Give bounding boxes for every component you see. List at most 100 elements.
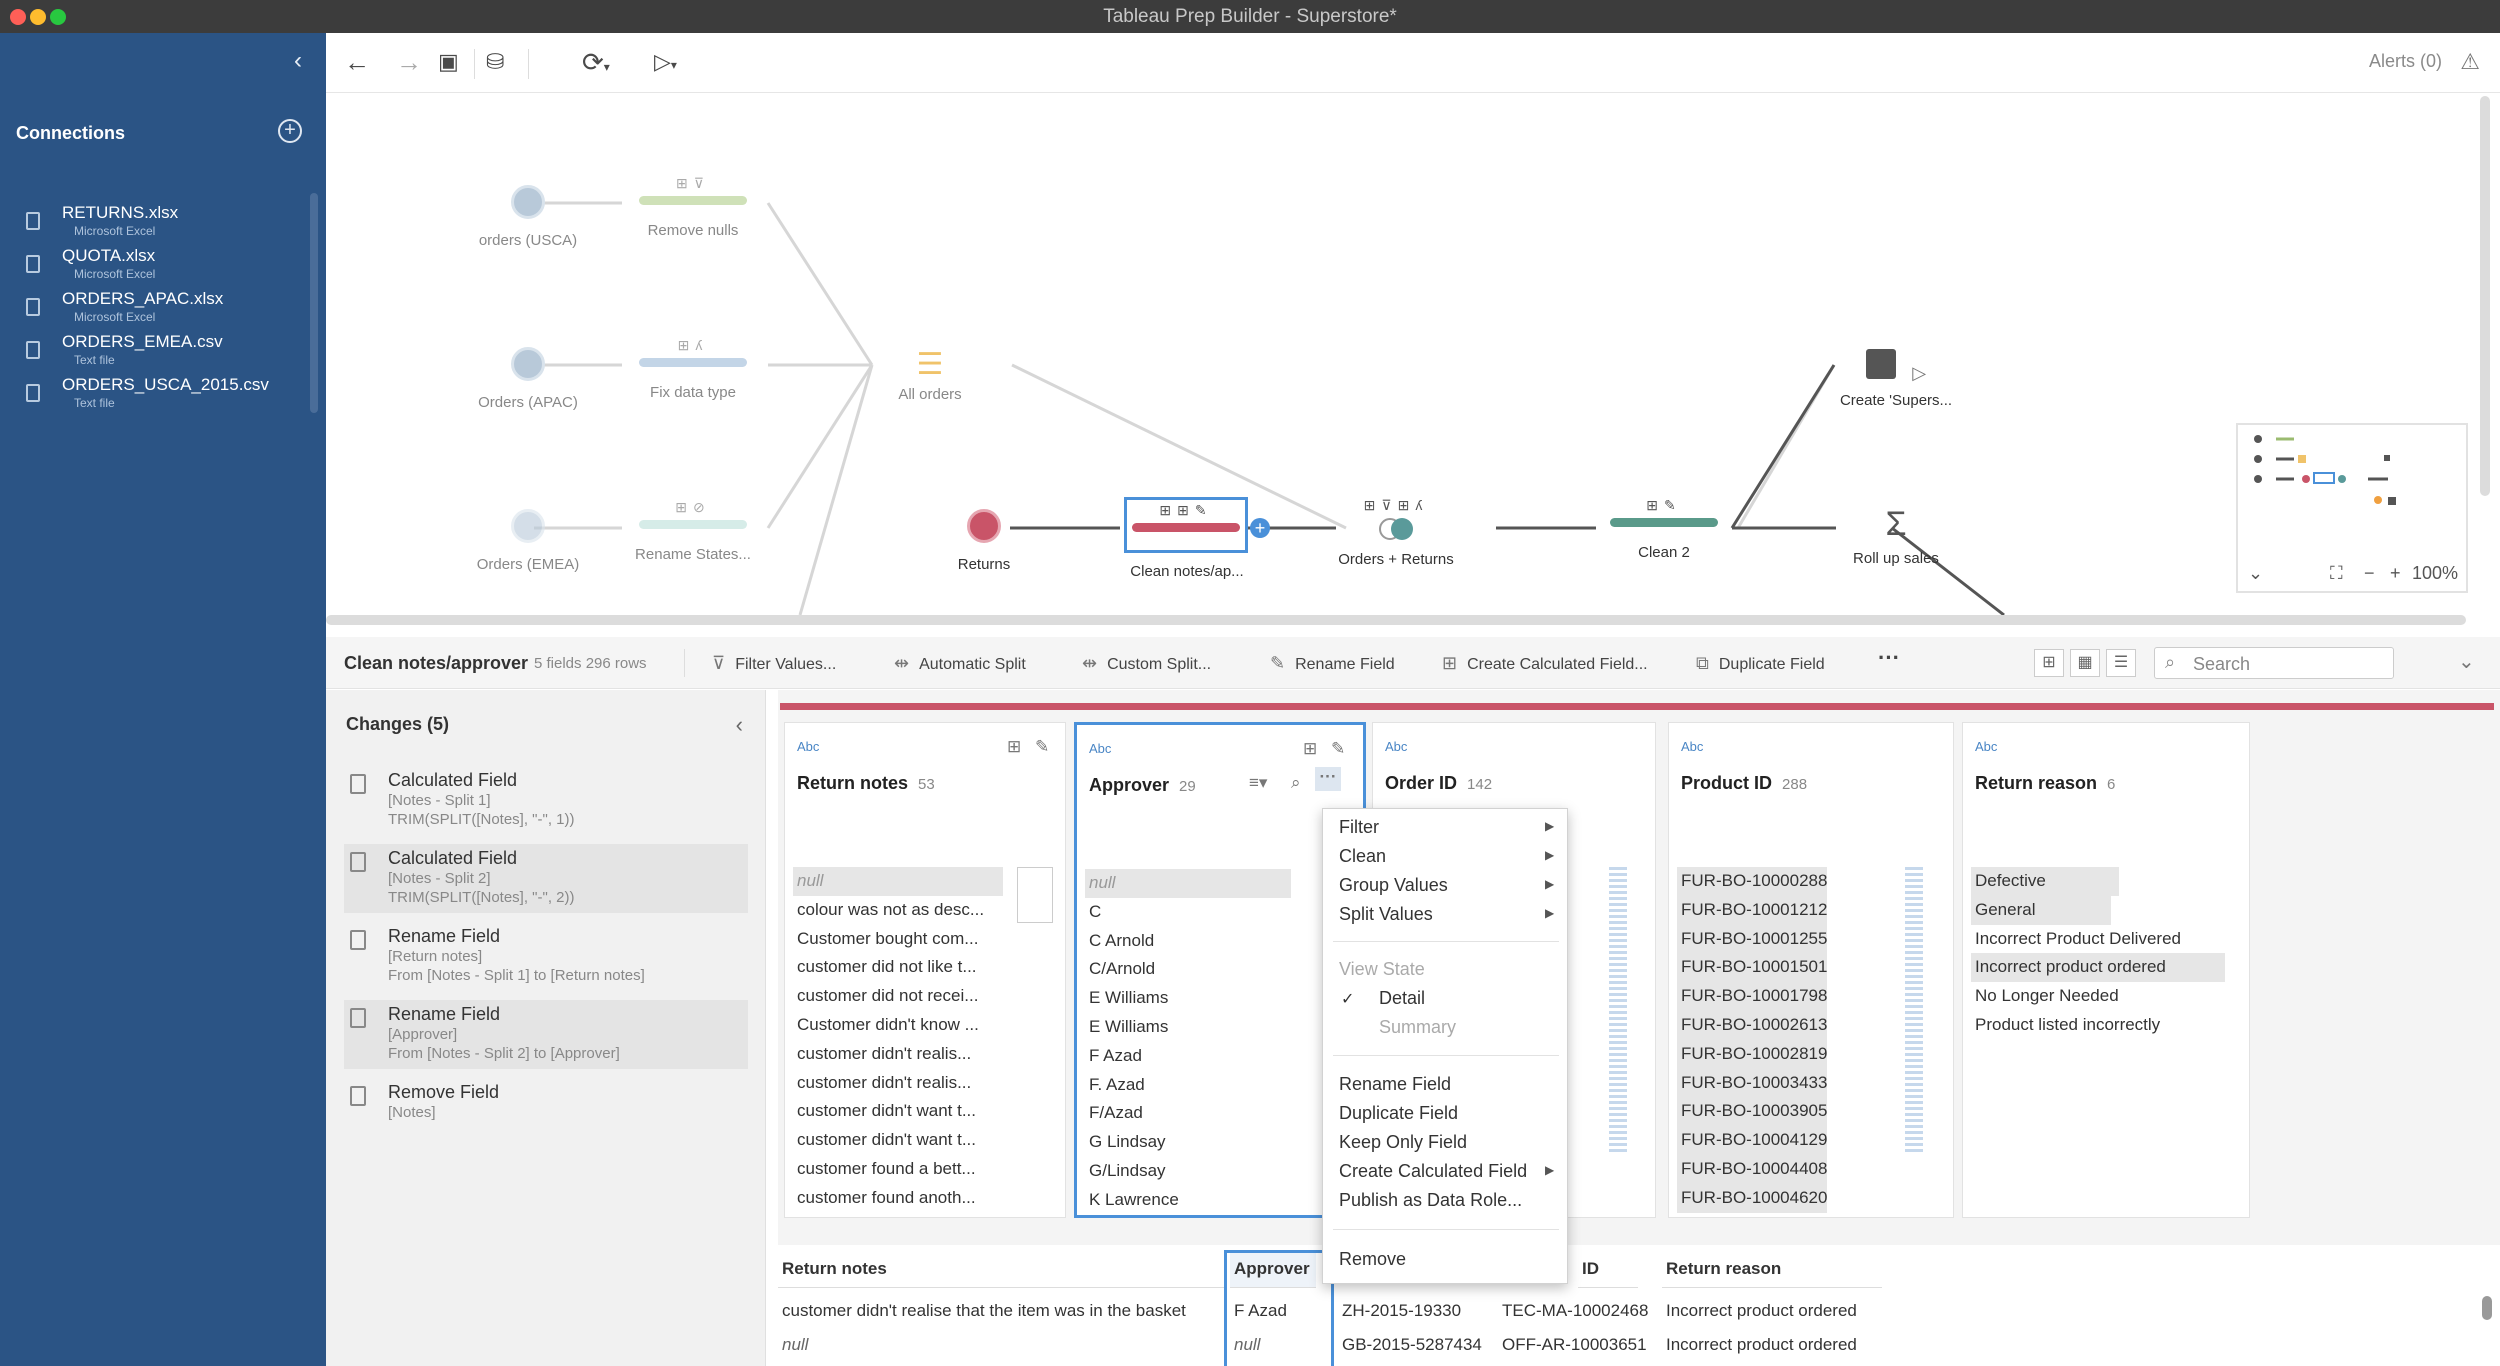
value-item[interactable]: customer did not like t... xyxy=(793,953,1003,982)
menu-item-detail[interactable]: Detail xyxy=(1379,988,1425,1009)
value-item[interactable]: Incorrect product ordered xyxy=(1971,953,2225,983)
calculated-field-icon[interactable]: ⊞ xyxy=(1007,737,1021,757)
value-item[interactable]: G Lindsay xyxy=(1085,1128,1291,1157)
value-item[interactable]: FUR-BO-10000288 xyxy=(1677,867,1828,896)
menu-item-keep-only-field[interactable]: Keep Only Field xyxy=(1339,1132,1467,1153)
chevron-down-icon[interactable]: ⌄ xyxy=(2458,649,2475,674)
close-window-button[interactable] xyxy=(10,9,26,25)
sort-icon[interactable]: ≡▾ xyxy=(1249,773,1267,793)
edit-icon[interactable]: ✎ xyxy=(1331,739,1345,759)
menu-item-summary[interactable]: Summary xyxy=(1379,1017,1456,1038)
value-item[interactable]: Customer bought com... xyxy=(793,925,1003,954)
flow-node-selected-clean[interactable]: ⊞⊞✎ xyxy=(1124,497,1248,553)
value-item[interactable]: Product listed incorrectly xyxy=(1971,1011,2225,1040)
value-item[interactable]: F Azad xyxy=(1085,1042,1291,1071)
value-item[interactable]: No Longer Needed xyxy=(1971,982,2225,1011)
duplicate-field-button[interactable]: ⧉ Duplicate Field xyxy=(1696,653,1825,674)
menu-item-rename-field[interactable]: Rename Field xyxy=(1339,1074,1451,1095)
flow-node-input[interactable]: Orders (APAC) xyxy=(468,347,588,411)
connection-item[interactable]: QUOTA.xlsx Microsoft Excel xyxy=(22,246,312,288)
filter-values-button[interactable]: ⊽ Filter Values... xyxy=(712,653,836,674)
value-item[interactable]: FUR-BO-10003905 xyxy=(1677,1097,1828,1127)
change-item[interactable]: Rename Field [Approver] From [Notes - Sp… xyxy=(344,1000,748,1069)
value-item[interactable]: F. Azad xyxy=(1085,1071,1291,1100)
canvas-horizontal-scrollbar[interactable] xyxy=(326,615,2466,625)
flow-node-union[interactable]: ☰ All orders xyxy=(880,347,980,403)
grid-cell[interactable]: Incorrect product ordered xyxy=(1662,1294,1902,1328)
value-item[interactable]: FUR-BO-10001798 xyxy=(1677,982,1828,1011)
flow-node-clean[interactable]: ⊞⊽ Remove nulls xyxy=(628,175,758,239)
change-item[interactable]: Calculated Field [Notes - Split 1] TRIM(… xyxy=(344,766,748,835)
minimize-window-button[interactable] xyxy=(30,9,46,25)
connection-item[interactable]: ORDERS_APAC.xlsx Microsoft Excel xyxy=(22,289,312,331)
menu-item-filter[interactable]: Filter ▶ xyxy=(1339,817,1559,838)
value-minimap[interactable] xyxy=(1017,867,1053,923)
back-icon[interactable]: ← xyxy=(344,47,370,77)
grid-scrollbar[interactable] xyxy=(2482,1296,2492,1320)
menu-item-duplicate-field[interactable]: Duplicate Field xyxy=(1339,1103,1458,1124)
value-item[interactable]: colour was not as desc... xyxy=(793,896,1003,925)
value-item[interactable]: C/Arnold xyxy=(1085,955,1291,984)
grid-view-icon[interactable]: ▦ xyxy=(2070,649,2100,677)
refresh-icon[interactable]: ⟳▾ xyxy=(582,47,610,82)
flow-node-clean[interactable]: ⊞ʎ Fix data type xyxy=(628,337,758,401)
value-item[interactable]: FUR-BO-10002819 xyxy=(1677,1039,1828,1069)
value-distribution-strip[interactable] xyxy=(1905,867,1923,1155)
grid-header[interactable]: ID xyxy=(1578,1250,1638,1288)
value-item[interactable]: FUR-BO-10003433 xyxy=(1677,1068,1828,1098)
connection-item[interactable]: RETURNS.xlsx Microsoft Excel xyxy=(22,203,312,245)
flow-node-join[interactable]: ⊞⊽⊞ʎ Orders + Returns xyxy=(1328,497,1464,568)
value-item[interactable]: FUR-BO-10001501 xyxy=(1677,953,1828,983)
connection-item[interactable]: ORDERS_EMEA.csv Text file xyxy=(22,332,312,374)
menu-item-split-values[interactable]: Split Values ▶ xyxy=(1339,904,1559,925)
zoom-in-icon[interactable]: + xyxy=(2390,563,2401,584)
warning-icon[interactable]: ⚠ xyxy=(2460,49,2480,75)
flow-node-input[interactable]: Returns xyxy=(924,509,1044,573)
flow-node-input[interactable]: Orders (EMEA) xyxy=(468,509,588,573)
flow-node-clean[interactable]: ⊞✎ Clean 2 xyxy=(1604,497,1724,561)
menu-item-publish-data-role[interactable]: Publish as Data Role... xyxy=(1339,1190,1522,1211)
automatic-split-button[interactable]: ⇹ Automatic Split xyxy=(894,653,1026,674)
flow-node-aggregate[interactable]: Σ Roll up sales xyxy=(1836,505,1956,567)
grid-cell[interactable]: null xyxy=(778,1328,1224,1362)
connection-item[interactable]: ORDERS_USCA_2015.csv Text file xyxy=(22,375,312,417)
search-icon[interactable]: ⌕ xyxy=(1291,773,1301,793)
value-distribution-strip[interactable] xyxy=(1609,867,1627,1155)
profile-view-icon[interactable]: ⊞ xyxy=(2034,649,2064,677)
edit-icon[interactable]: ✎ xyxy=(1035,737,1049,757)
profile-card-return-reason[interactable]: Abc Return reason 6 Defective General Inc… xyxy=(1962,722,2250,1218)
value-item[interactable]: FUR-BO-10004408 xyxy=(1677,1154,1828,1184)
field-search[interactable]: ⌕ Search xyxy=(2154,647,2394,679)
value-item[interactable]: K Lawrence xyxy=(1085,1186,1291,1215)
sidebar-scrollbar[interactable] xyxy=(310,193,318,413)
value-item[interactable]: customer found a bett... xyxy=(793,1155,1003,1184)
zoom-out-icon[interactable]: − xyxy=(2364,563,2375,584)
grid-cell[interactable]: customer didn't realise that the item wa… xyxy=(778,1294,1224,1328)
value-item[interactable]: customer didn't realis... xyxy=(793,1069,1003,1098)
change-item[interactable]: Remove Field [Notes] xyxy=(344,1078,748,1128)
value-item[interactable]: FUR-BO-10001212 xyxy=(1677,895,1828,925)
run-flow-icon[interactable]: ▷▾ xyxy=(654,47,677,80)
value-item[interactable]: Customer didn't know ... xyxy=(793,1011,1003,1040)
grid-cell[interactable]: Incorrect product ordered xyxy=(1662,1328,1902,1362)
value-item[interactable]: FUR-BO-10004129 xyxy=(1677,1126,1828,1155)
value-item[interactable]: customer didn't want t... xyxy=(793,1097,1003,1126)
flow-node-output[interactable]: ▷ Create 'Supers... xyxy=(1826,349,1966,409)
value-item[interactable]: customer didn't realis... xyxy=(793,1040,1003,1069)
data-sampling-icon[interactable]: ⛁ xyxy=(486,47,504,77)
save-icon[interactable]: ▣ xyxy=(438,47,459,77)
menu-item-group-values[interactable]: Group Values ▶ xyxy=(1339,875,1559,896)
value-item[interactable]: null xyxy=(1085,869,1291,898)
custom-split-button[interactable]: ⇹ Custom Split... xyxy=(1082,653,1211,674)
menu-item-remove[interactable]: Remove xyxy=(1339,1249,1406,1270)
rename-field-button[interactable]: ✎ Rename Field xyxy=(1270,653,1395,674)
value-item[interactable]: General xyxy=(1971,895,2111,925)
add-step-icon[interactable]: + xyxy=(1250,518,1270,538)
value-item[interactable]: FUR-BO-10004620 xyxy=(1677,1183,1828,1213)
fit-to-screen-icon[interactable]: ⛶ xyxy=(2330,563,2343,584)
grid-header[interactable]: Return reason xyxy=(1662,1250,1882,1288)
canvas-vertical-scrollbar[interactable] xyxy=(2480,96,2490,496)
calculated-field-icon[interactable]: ⊞ xyxy=(1303,739,1317,759)
forward-icon[interactable]: → xyxy=(396,47,422,77)
more-options-icon[interactable]: ··· xyxy=(1315,767,1341,791)
